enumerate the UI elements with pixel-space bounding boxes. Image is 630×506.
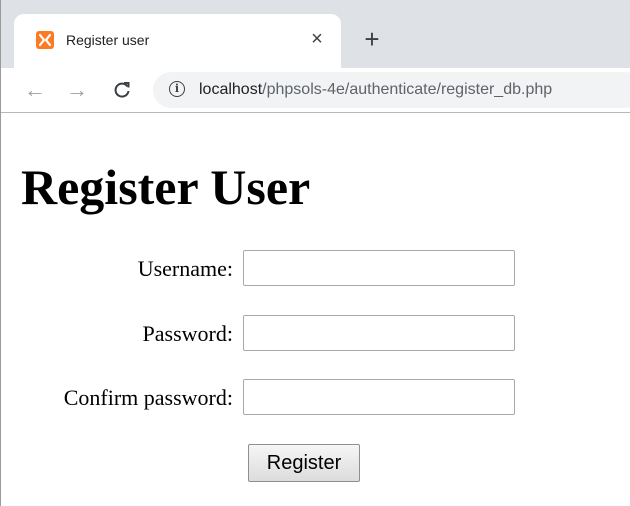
close-icon[interactable]: ×: [306, 28, 328, 50]
username-row: Username:: [1, 250, 630, 288]
username-input[interactable]: [243, 250, 515, 286]
username-label: Username:: [137, 256, 233, 281]
address-bar[interactable]: i localhost/phpsols-4e/authenticate/regi…: [153, 72, 630, 108]
url-path: /phpsols-4e/authenticate/register_db.php: [262, 81, 553, 98]
register-button[interactable]: Register: [248, 444, 360, 482]
plus-icon[interactable]: +: [359, 26, 385, 52]
tab-title: Register user: [66, 32, 150, 48]
page-title: Register User: [21, 159, 311, 215]
confirm-password-input[interactable]: [243, 379, 515, 415]
confirm-password-label: Confirm password:: [63, 385, 233, 410]
page-content: Register User Username: Password: Confir…: [1, 113, 630, 506]
info-icon[interactable]: i: [169, 81, 185, 97]
password-row: Password:: [1, 315, 630, 353]
browser-window: Register user × + ← → i localhost/phpsol…: [0, 0, 630, 506]
password-input[interactable]: [243, 315, 515, 351]
forward-arrow-icon[interactable]: →: [64, 77, 90, 103]
back-arrow-icon[interactable]: ←: [22, 77, 48, 103]
reload-icon[interactable]: [109, 77, 135, 103]
tab-strip: Register user × +: [1, 0, 630, 68]
confirm-password-row: Confirm password:: [1, 379, 630, 417]
password-label: Password:: [142, 321, 233, 346]
url-text[interactable]: localhost/phpsols-4e/authenticate/regist…: [199, 80, 552, 100]
tab-register-user[interactable]: Register user ×: [14, 14, 341, 68]
browser-toolbar: ← → i localhost/phpsols-4e/authenticate/…: [1, 68, 630, 113]
xampp-icon: [36, 31, 54, 49]
url-host: localhost: [199, 81, 263, 98]
